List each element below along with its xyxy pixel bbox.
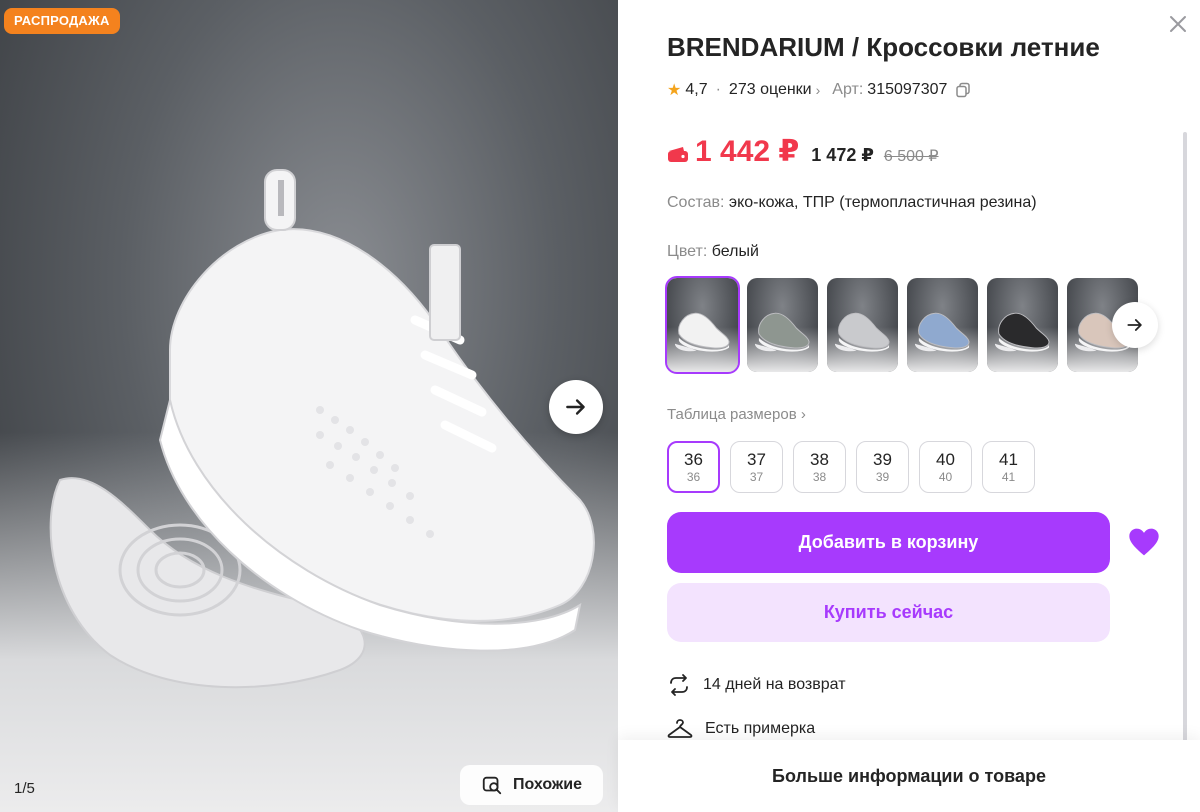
- sale-badge: РАСПРОДАЖА: [4, 8, 120, 34]
- return-info-text: 14 дней на возврат: [703, 676, 846, 693]
- price-row: 1 442 ₽ 1 472 ₽ 6 500 ₽: [667, 134, 939, 169]
- product-title: BRENDARIUM / Кроссовки летние: [667, 32, 1100, 62]
- swatches-next-button[interactable]: [1112, 302, 1158, 348]
- size-eu: 39: [873, 450, 892, 469]
- swatch-shoe-image: [994, 312, 1050, 352]
- composition-label: Состав:: [667, 194, 725, 211]
- swatch-shoe-image: [914, 312, 970, 352]
- close-button[interactable]: [1164, 10, 1192, 38]
- swatch-shoe-image: [834, 312, 890, 352]
- size-option-39[interactable]: 39 39: [856, 441, 909, 493]
- size-option-38[interactable]: 38 38: [793, 441, 846, 493]
- swatch-shoe-image: [754, 312, 810, 352]
- size-table-link[interactable]: Таблица размеров ›: [667, 406, 806, 423]
- size-selector: 36 36 37 37 38 38 39 39 40 40 41 41: [667, 441, 1035, 493]
- search-similar-icon: [482, 776, 502, 795]
- close-icon: [1170, 16, 1186, 32]
- heart-icon[interactable]: [1128, 527, 1160, 557]
- chevron-right-icon: ›: [800, 406, 806, 423]
- size-option-40[interactable]: 40 40: [919, 441, 972, 493]
- size-ru: 39: [875, 470, 890, 484]
- arrow-right-icon: [566, 399, 585, 415]
- price-old: 6 500 ₽: [883, 148, 939, 165]
- hanger-icon: [667, 719, 693, 738]
- size-ru: 38: [812, 470, 827, 484]
- image-counter: 1/5: [14, 780, 35, 797]
- more-info-button[interactable]: Больше информации о товаре: [618, 740, 1200, 812]
- size-eu: 38: [810, 450, 829, 469]
- product-image: [49, 169, 595, 689]
- size-ru: 40: [938, 470, 953, 484]
- size-eu: 41: [999, 450, 1018, 469]
- image-next-button[interactable]: [549, 380, 603, 434]
- return-info: 14 дней на возврат: [667, 673, 846, 697]
- return-icon: [670, 674, 688, 696]
- scrollbar[interactable]: [1183, 132, 1187, 772]
- separator-dot: ·: [715, 81, 721, 98]
- size-option-37[interactable]: 37 37: [730, 441, 783, 493]
- fitting-info-text: Есть примерка: [705, 720, 816, 737]
- wallet-icon: [668, 147, 688, 162]
- size-table-label: Таблица размеров: [667, 406, 797, 423]
- size-ru: 41: [1001, 470, 1016, 484]
- size-eu: 37: [747, 450, 766, 469]
- rating-value: 4,7: [685, 81, 708, 98]
- color-value: белый: [711, 243, 759, 260]
- color-label: Цвет:: [667, 243, 708, 260]
- size-eu: 40: [936, 450, 955, 469]
- star-icon: ★: [667, 82, 682, 99]
- article-number: 315097307: [867, 81, 948, 98]
- color-swatches: [665, 276, 1138, 374]
- color-swatch-white[interactable]: [665, 276, 740, 374]
- chevron-right-icon: ›: [815, 82, 821, 98]
- composition: Состав: эко-кожа, ТПР (термопластичная р…: [667, 194, 1037, 212]
- size-option-41[interactable]: 41 41: [982, 441, 1035, 493]
- color-line: Цвет: белый: [667, 243, 759, 261]
- color-swatch-gray-green[interactable]: [747, 278, 818, 372]
- size-ru: 36: [686, 470, 701, 484]
- fitting-info: Есть примерка: [667, 717, 815, 741]
- add-to-cart-button[interactable]: Добавить в корзину: [667, 512, 1110, 573]
- size-eu: 36: [684, 450, 703, 469]
- price-regular: 1 472 ₽: [811, 145, 874, 165]
- product-gallery[interactable]: РАСПРОДАЖА 1/5 Похожие: [0, 0, 618, 812]
- article-label: Арт:: [832, 81, 864, 98]
- reviews-link[interactable]: 273 оценки: [729, 81, 812, 99]
- color-swatch-black[interactable]: [987, 278, 1058, 372]
- color-swatch-light-gray[interactable]: [827, 278, 898, 372]
- price-wallet: 1 442 ₽: [695, 135, 800, 168]
- similar-label: Похожие: [512, 776, 582, 793]
- size-option-36[interactable]: 36 36: [667, 441, 720, 493]
- arrow-right-icon: [1127, 319, 1142, 331]
- composition-value: эко-кожа, ТПР (термопластичная резина): [728, 194, 1037, 211]
- color-swatch-blue[interactable]: [907, 278, 978, 372]
- swatch-shoe-image: [674, 312, 730, 352]
- product-meta: ★ 4,7 · 273 оценки › Арт: 315097307: [667, 80, 971, 100]
- similar-button[interactable]: Похожие: [460, 765, 603, 805]
- size-ru: 37: [749, 470, 764, 484]
- buy-now-button[interactable]: Купить сейчас: [667, 583, 1110, 642]
- copy-icon[interactable]: [955, 82, 971, 98]
